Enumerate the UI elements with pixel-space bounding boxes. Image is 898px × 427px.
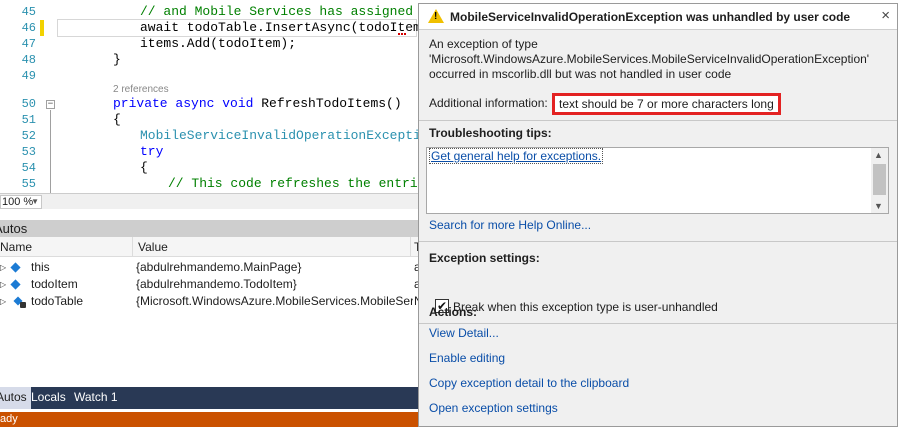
editor-zoom-bar: 100 % ▼: [0, 193, 420, 209]
copy-exception-detail-link[interactable]: Copy exception detail to the clipboard: [429, 376, 629, 390]
autos-row[interactable]: ▷ todoTable {Microsoft.WindowsAzure.Mobile…: [0, 293, 423, 310]
tab-locals[interactable]: Locals: [27, 387, 70, 409]
exception-description: An exception of type 'Microsoft.WindowsA…: [429, 37, 870, 81]
close-icon[interactable]: ×: [881, 7, 890, 25]
open-exception-settings-link[interactable]: Open exception settings: [429, 401, 558, 415]
code-text: MobileServiceInvalidOperationException e: [140, 128, 452, 144]
line-number: 55: [21, 177, 36, 191]
autos-row[interactable]: ▷this{abdulrehmandemo.MainPage}a: [0, 259, 421, 276]
section-divider: [419, 323, 897, 324]
exception-helper-dialog: ! MobileServiceInvalidOperationException…: [418, 3, 898, 427]
code-token: }: [113, 52, 121, 67]
private-lock-icon: [20, 302, 26, 308]
section-divider: [419, 241, 897, 242]
variable-name: this: [31, 260, 50, 274]
variable-value[interactable]: {abdulrehmandemo.TodoItem}: [136, 276, 413, 293]
code-token: {: [140, 160, 148, 175]
tip-link-general-help[interactable]: Get general help for exceptions.: [428, 148, 604, 164]
search-help-online-link[interactable]: Search for more Help Online...: [429, 218, 591, 232]
chevron-down-icon: ▼: [31, 197, 39, 206]
additional-info-label: Additional information:: [429, 96, 548, 110]
code-token: try: [140, 144, 164, 159]
code-token: MobileServiceInvalidOperationException: [140, 128, 445, 143]
code-token: await todoTable.InsertAsync(todoItem);: [140, 20, 437, 35]
local-variable-icon: [10, 262, 21, 273]
line-number: 50: [21, 97, 36, 111]
scroll-thumb[interactable]: [873, 164, 886, 195]
code-token: items.Add(todoItem);: [140, 36, 297, 51]
dialog-title: MobileServiceInvalidOperationException w…: [450, 10, 851, 24]
dialog-body: An exception of type 'Microsoft.WindowsA…: [419, 30, 897, 426]
zoom-value: 100 %: [2, 196, 34, 208]
variable-value[interactable]: {Microsoft.WindowsAzure.MobileServices.M…: [136, 293, 413, 310]
code-token: // and Mobile Services has assigned an: [140, 4, 445, 19]
debug-window-tabs: Autos Locals Watch 1: [0, 387, 420, 409]
variable-name: todoTable: [31, 294, 84, 308]
troubleshooting-heading: Troubleshooting tips:: [429, 126, 552, 140]
status-text: Ready: [0, 413, 18, 425]
code-text: items.Add(todoItem);: [140, 36, 296, 52]
error-squiggle: [398, 32, 406, 35]
code-token: {: [113, 112, 121, 127]
scroll-down-icon[interactable]: ▼: [874, 201, 883, 211]
column-divider[interactable]: [410, 237, 411, 257]
line-number: 45: [21, 5, 36, 19]
zoom-dropdown[interactable]: 100 % ▼: [0, 195, 42, 209]
code-text: {: [113, 112, 121, 128]
code-text: {: [140, 160, 148, 176]
dialog-header: ! MobileServiceInvalidOperationException…: [419, 4, 897, 30]
code-text: try: [140, 144, 163, 160]
autos-column-header: Name Value T: [0, 237, 421, 257]
expand-arrow-icon[interactable]: ▷: [0, 276, 6, 293]
tips-scrollbar[interactable]: ▲ ▼: [871, 148, 888, 213]
line-number: 52: [21, 129, 36, 143]
actions-heading: Actions:: [429, 305, 477, 319]
tab-watch-1[interactable]: Watch 1: [70, 387, 122, 409]
line-number: 47: [21, 37, 36, 51]
view-detail-link[interactable]: View Detail...: [429, 326, 499, 340]
column-divider[interactable]: [132, 237, 133, 257]
variable-name: todoItem: [31, 277, 78, 291]
line-number: 49: [21, 69, 36, 83]
scroll-up-icon[interactable]: ▲: [874, 150, 883, 160]
line-number: 48: [21, 53, 36, 67]
line-number: 54: [21, 161, 36, 175]
code-text: // and Mobile Services has assigned an i: [140, 4, 452, 20]
code-token: RefreshTodoItems(): [261, 96, 402, 111]
section-divider: [419, 120, 897, 121]
line-number: 53: [21, 145, 36, 159]
break-on-exception-label[interactable]: Break when this exception type is user-u…: [453, 300, 718, 314]
exception-settings-heading: Exception settings:: [429, 251, 540, 265]
code-text: // This code refreshes the entries i: [168, 176, 449, 192]
expand-arrow-icon[interactable]: ▷: [0, 293, 6, 310]
expand-arrow-icon[interactable]: ▷: [0, 259, 6, 276]
code-text: private async void RefreshTodoItems(): [113, 96, 402, 112]
code-text: await todoTable.InsertAsync(todoItem);: [140, 20, 436, 36]
enable-editing-link[interactable]: Enable editing: [429, 351, 505, 365]
code-token: // This code refreshes the entries i: [168, 176, 449, 191]
warning-exclamation: !: [434, 11, 438, 22]
variable-value[interactable]: {abdulrehmandemo.MainPage}: [136, 259, 413, 276]
additional-info-message: text should be 7 or more characters long: [552, 93, 781, 115]
column-value-header[interactable]: Value: [138, 240, 168, 254]
column-name-header[interactable]: Name: [0, 240, 32, 254]
status-bar: Ready: [0, 412, 420, 427]
code-token: private async void: [113, 96, 262, 111]
troubleshooting-tips-list[interactable]: Get general help for exceptions. ▲ ▼: [426, 147, 889, 214]
code-text: }: [113, 52, 121, 68]
local-variable-icon: [10, 279, 21, 290]
autos-row[interactable]: ▷todoItem{abdulrehmandemo.TodoItem}a: [0, 276, 421, 293]
autos-window: Autos Name Value T ▷this{abdulrehmandemo…: [0, 209, 423, 387]
line-number: 51: [21, 113, 36, 127]
line-number: 46: [21, 21, 36, 35]
